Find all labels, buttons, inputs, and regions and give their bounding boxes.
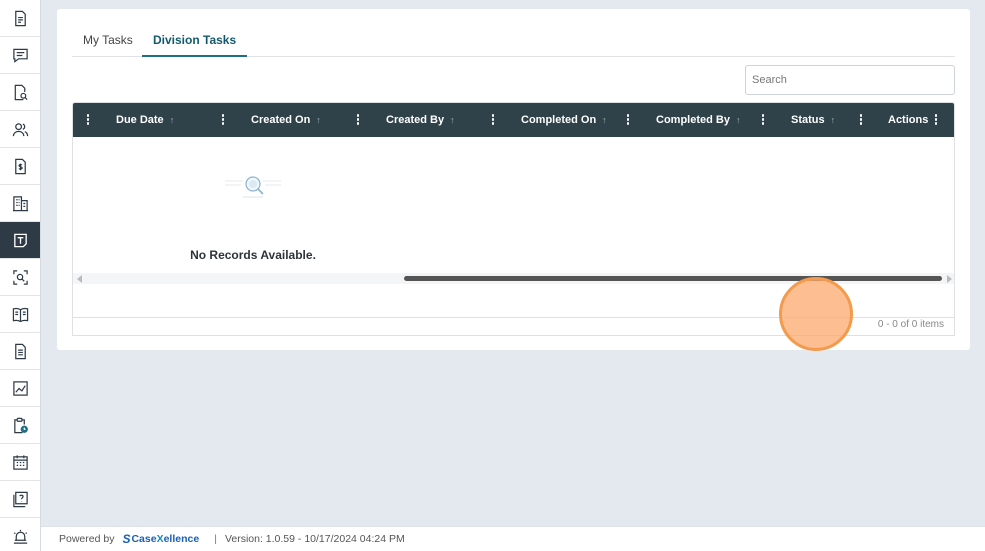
- clipboard-clock-icon: [13, 417, 28, 433]
- sidebar-item-contacts[interactable]: [0, 111, 40, 148]
- footer: Powered by S Case Xellence | Version: 1.0…: [41, 526, 985, 551]
- sort-arrow-icon: ↑: [735, 115, 741, 125]
- sidebar-item-scan[interactable]: [0, 259, 40, 296]
- column-label: Status: [791, 114, 825, 126]
- users-icon: [12, 122, 28, 136]
- column-header-completed-by[interactable]: Completed By ↑: [656, 103, 740, 137]
- sort-arrow-icon: ↑: [830, 115, 836, 125]
- document-icon: [14, 10, 26, 26]
- tab-my-tasks[interactable]: My Tasks: [72, 29, 144, 57]
- column-menu-icon[interactable]: [760, 113, 766, 127]
- horizontal-scrollbar[interactable]: [73, 273, 954, 284]
- sidebar-item-documents[interactable]: [0, 0, 40, 37]
- sidebar-item-document-search[interactable]: [0, 74, 40, 111]
- sidebar-item-organizations[interactable]: [0, 185, 40, 222]
- column-header-due-date[interactable]: Due Date ↑: [116, 103, 174, 137]
- version-info: Version: 1.0.59 - 10/17/2024 04:24 PM: [224, 533, 405, 545]
- tasks-grid: Due Date ↑ Created On ↑ Created By ↑ Com…: [72, 102, 955, 318]
- column-label: Completed On: [521, 114, 597, 126]
- sidebar-item-library[interactable]: [0, 296, 40, 333]
- column-header-created-on[interactable]: Created On ↑: [251, 103, 321, 137]
- sidebar-item-analytics[interactable]: [0, 370, 40, 407]
- brand-s-icon: S: [122, 532, 131, 546]
- sidebar-item-reports[interactable]: [0, 333, 40, 370]
- scan-search-icon: [12, 269, 28, 285]
- column-label: Created By: [386, 114, 445, 126]
- scrollbar-thumb[interactable]: [404, 276, 942, 281]
- search-input[interactable]: [745, 65, 955, 95]
- chart-icon: [12, 380, 28, 396]
- calendar-icon: [12, 454, 28, 470]
- sidebar: [0, 0, 41, 551]
- comment-icon: [12, 48, 28, 63]
- powered-by-label: Powered by: [59, 533, 115, 545]
- column-menu-icon[interactable]: [625, 113, 631, 127]
- grid-header: Due Date ↑ Created On ↑ Created By ↑ Com…: [73, 103, 954, 137]
- column-header-created-by[interactable]: Created By ↑: [386, 103, 455, 137]
- column-header-status[interactable]: Status ↑: [791, 103, 835, 137]
- column-menu-icon[interactable]: [220, 113, 226, 127]
- no-records-message: No Records Available.: [190, 248, 316, 262]
- sort-arrow-icon: ↑: [602, 115, 607, 125]
- document-search-icon: [14, 84, 28, 100]
- brand-logo: S Case Xellence: [122, 532, 200, 546]
- sidebar-item-billing[interactable]: [0, 148, 40, 185]
- column-label: Created On: [251, 114, 311, 126]
- sidebar-item-alerts[interactable]: [0, 518, 40, 551]
- column-header-completed-on[interactable]: Completed On ↑: [521, 103, 607, 137]
- invoice-icon: [14, 158, 26, 174]
- column-menu-icon[interactable]: [355, 113, 361, 127]
- column-menu-icon[interactable]: [490, 113, 496, 127]
- task-icon: [13, 233, 27, 247]
- grid-pager: 0 - 0 of 0 items: [72, 316, 955, 336]
- sidebar-item-calendar[interactable]: [0, 444, 40, 481]
- scroll-right-arrow-icon[interactable]: [947, 275, 952, 283]
- sidebar-item-schedule[interactable]: [0, 407, 40, 444]
- sort-arrow-icon: ↑: [169, 115, 175, 125]
- no-records-search-icon: [225, 176, 281, 198]
- scroll-left-arrow-icon[interactable]: [77, 275, 82, 283]
- pager-info: 0 - 0 of 0 items: [877, 319, 944, 330]
- help-icon: [12, 491, 28, 507]
- sort-arrow-icon: ↑: [450, 115, 455, 125]
- report-icon: [14, 343, 26, 359]
- alarm-icon: [13, 529, 27, 544]
- column-header-actions: Actions: [888, 103, 928, 137]
- sort-arrow-icon: ↑: [316, 115, 321, 125]
- column-label: Actions: [888, 114, 929, 126]
- tab-division-tasks[interactable]: Division Tasks: [142, 29, 248, 57]
- column-label: Completed By: [656, 114, 730, 126]
- column-menu-icon[interactable]: [858, 113, 864, 127]
- column-menu-icon[interactable]: [933, 113, 939, 127]
- sidebar-item-help[interactable]: [0, 481, 40, 518]
- task-tabs: My Tasks Division Tasks: [72, 29, 955, 57]
- building-icon: [12, 195, 28, 211]
- sidebar-item-tasks[interactable]: [0, 222, 40, 259]
- sidebar-item-messages[interactable]: [0, 37, 40, 74]
- column-label: Due Date: [116, 114, 164, 126]
- book-icon: [12, 307, 28, 322]
- tasks-card: My Tasks Division Tasks Due Date ↑ Creat…: [57, 9, 970, 350]
- column-menu-icon[interactable]: [85, 113, 91, 127]
- footer-separator: |: [214, 533, 217, 545]
